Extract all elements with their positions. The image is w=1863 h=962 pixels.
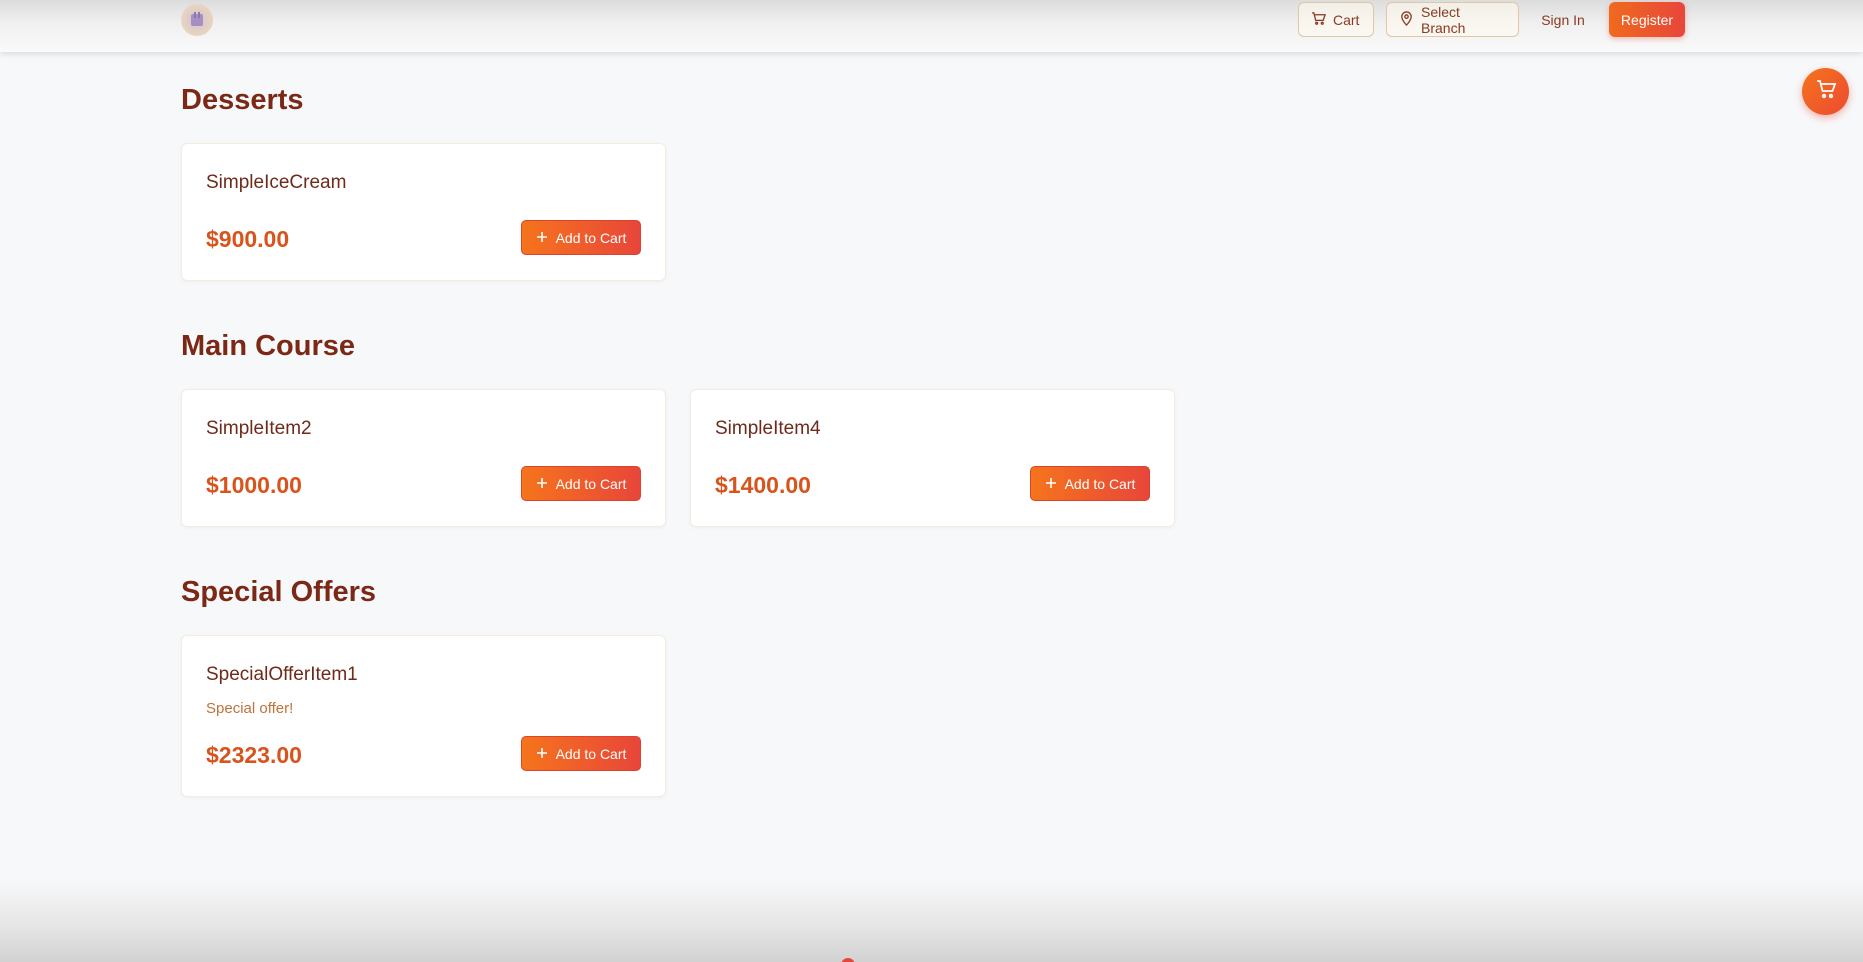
register-button[interactable]: Register [1609,2,1685,37]
select-branch-label: Select Branch [1421,3,1466,36]
section-title-main-course: Main Course [181,330,356,362]
item-name: SpecialOfferItem1 [206,664,358,685]
add-to-cart-button[interactable]: Add to Cart [521,736,641,771]
item-name: SimpleItem2 [206,418,312,439]
add-to-cart-button[interactable]: Add to Cart [1030,466,1150,501]
item-description: Special offer! [206,700,294,717]
cart-icon [1311,11,1326,29]
add-to-cart-label: Add to Cart [555,229,627,246]
add-to-cart-button[interactable]: Add to Cart [521,220,641,255]
plus-icon [536,230,548,246]
item-price: $900.00 [206,226,290,252]
restaurant-logo-icon[interactable] [181,4,213,36]
cart-button-label: Cart [1333,11,1360,28]
floating-cart-button[interactable] [1802,68,1849,115]
add-to-cart-label: Add to Cart [1064,475,1136,492]
footer-fade [0,880,1863,962]
add-to-cart-label: Add to Cart [555,745,627,762]
add-to-cart-label: Add to Cart [555,475,627,492]
plus-icon [536,746,548,762]
item-name: SimpleIceCream [206,172,347,193]
menu-item-card: SimpleItem2 $1000.00 Add to Cart [181,389,666,527]
menu-item-card: SpecialOfferItem1 Special offer! $2323.0… [181,635,666,797]
menu-item-card: SimpleIceCream $900.00 Add to Cart [181,143,666,281]
add-to-cart-button[interactable]: Add to Cart [521,466,641,501]
item-price: $1400.00 [715,472,811,498]
section-title-desserts: Desserts [181,84,304,116]
map-pin-icon [1399,10,1414,29]
menu-item-card: SimpleItem4 $1400.00 Add to Cart [690,389,1175,527]
item-name: SimpleItem4 [715,418,821,439]
cart-icon [1815,78,1837,105]
cart-button[interactable]: Cart [1298,2,1374,37]
section-title-special-offers: Special Offers [181,576,377,608]
top-navbar: Cart Select Branch Sign In Register [0,0,1863,52]
item-price: $2323.00 [206,742,302,768]
item-price: $1000.00 [206,472,302,498]
plus-icon [1045,476,1057,492]
plus-icon [536,476,548,492]
select-branch-button[interactable]: Select Branch [1386,2,1519,37]
sign-in-link[interactable]: Sign In [1532,2,1594,37]
